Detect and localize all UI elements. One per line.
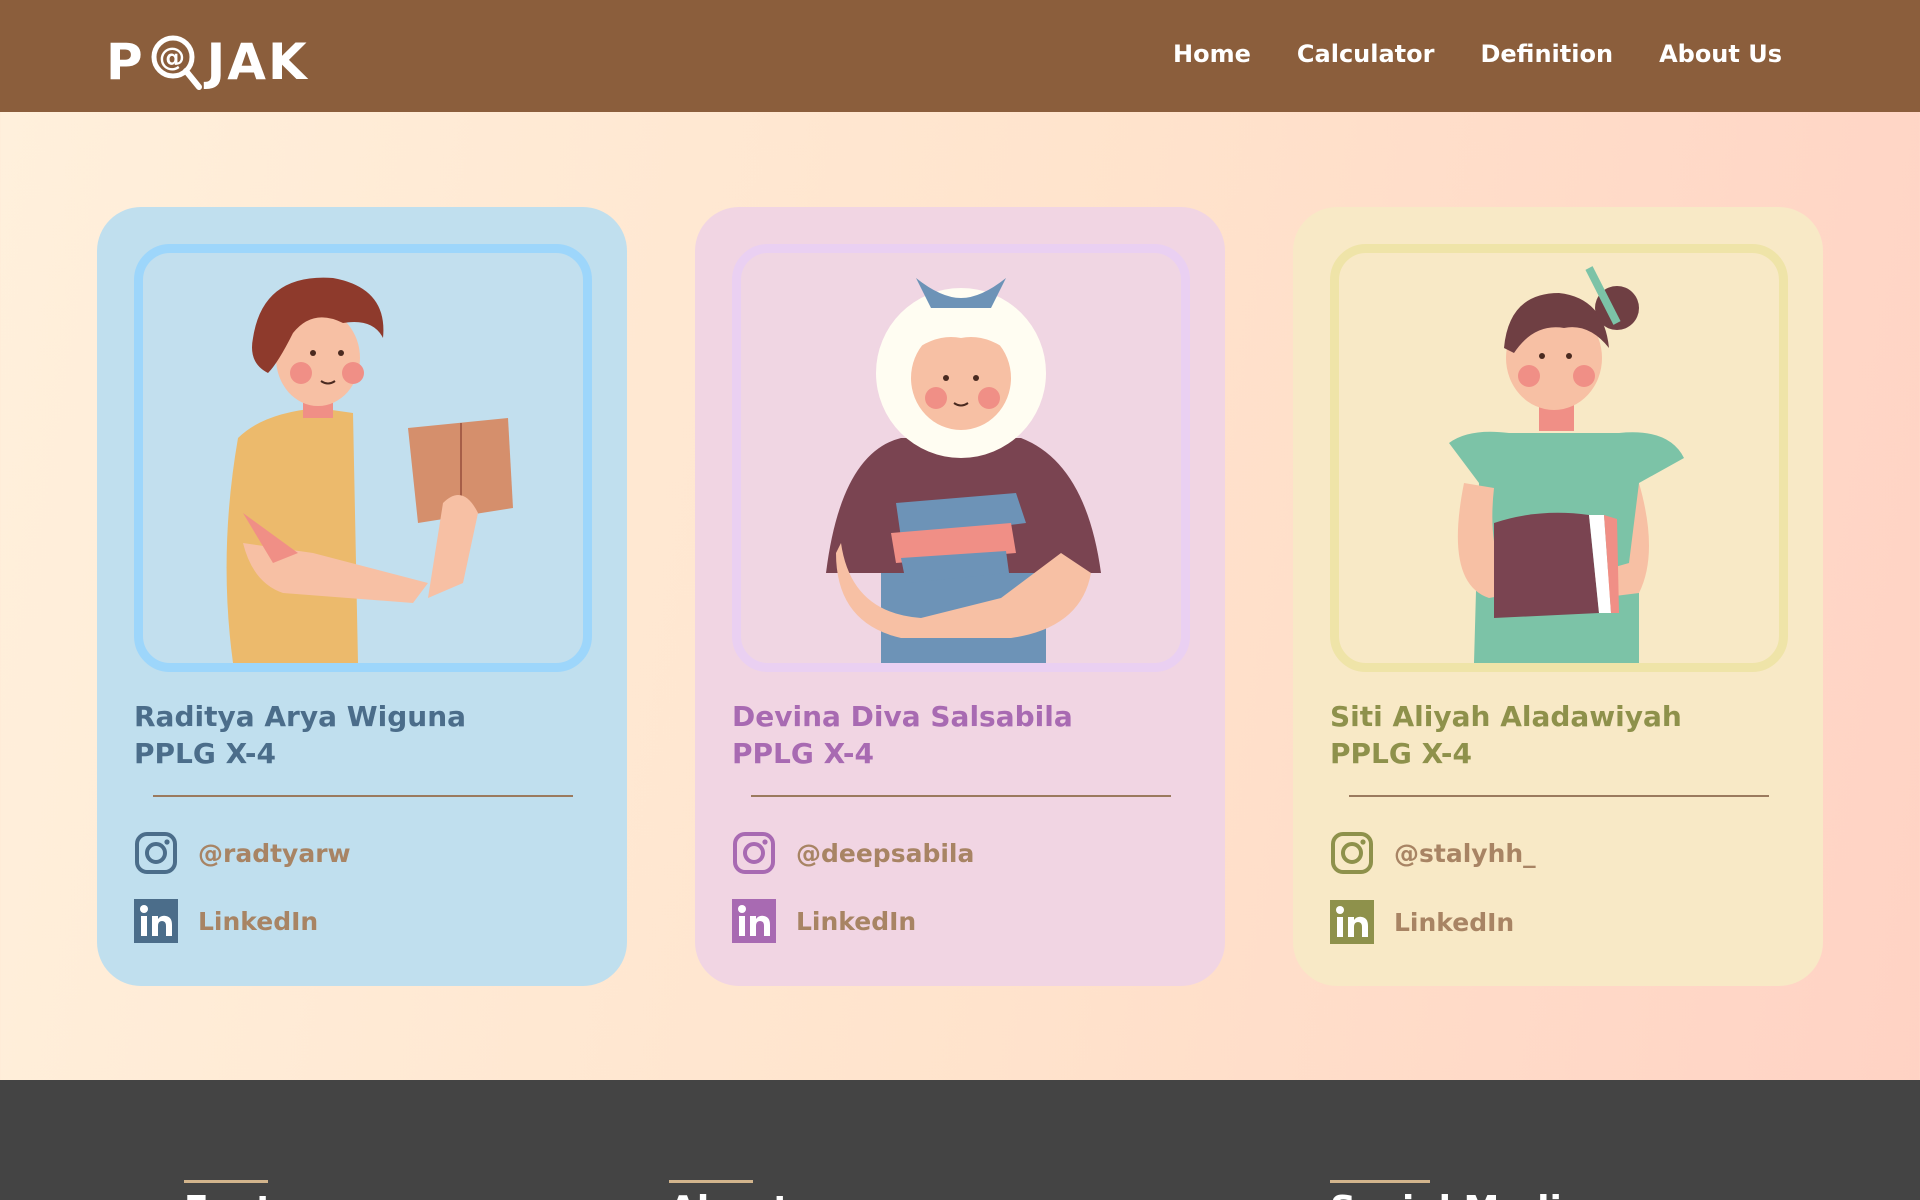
footer-heading: Featu bbox=[184, 1189, 299, 1200]
linkedin-label: LinkedIn bbox=[796, 906, 917, 936]
nav-calculator[interactable]: Calculator bbox=[1297, 40, 1435, 68]
divider bbox=[1349, 795, 1769, 797]
girl-with-books-illustration bbox=[826, 278, 1101, 663]
logo-letter-p: P bbox=[106, 33, 145, 91]
footer-column-about: About bbox=[669, 1180, 790, 1200]
svg-text:@: @ bbox=[159, 43, 187, 73]
nav-about-us[interactable]: About Us bbox=[1659, 40, 1782, 68]
instagram-icon bbox=[1331, 832, 1373, 874]
linkedin-icon bbox=[732, 899, 776, 943]
member-class: PPLG X-4 bbox=[134, 737, 277, 770]
instagram-handle: @deepsabila bbox=[796, 838, 975, 868]
magnifier-icon: @ bbox=[151, 35, 202, 90]
member-name: Devina Diva Salsabila bbox=[732, 700, 1073, 733]
footer-heading: Social Media bbox=[1330, 1189, 1586, 1200]
footer-heading: About bbox=[669, 1189, 790, 1200]
instagram-link[interactable]: @stalyhh_ bbox=[1330, 831, 1536, 875]
member-name: Siti Aliyah Aladawiyah bbox=[1330, 700, 1682, 733]
instagram-icon bbox=[733, 832, 775, 874]
team-card-devina: Devina Diva Salsabila PPLG X-4 @deepsabi… bbox=[695, 207, 1225, 986]
linkedin-link[interactable]: LinkedIn bbox=[134, 899, 318, 943]
linkedin-link[interactable]: LinkedIn bbox=[1330, 900, 1514, 944]
nav-definition[interactable]: Definition bbox=[1480, 40, 1613, 68]
footer-accent-line bbox=[1330, 1180, 1430, 1183]
member-name: Raditya Arya Wiguna bbox=[134, 700, 467, 733]
footer-accent-line bbox=[184, 1180, 268, 1183]
instagram-link[interactable]: @radtyarw bbox=[134, 831, 351, 875]
linkedin-icon bbox=[1330, 900, 1374, 944]
nav-home[interactable]: Home bbox=[1173, 40, 1251, 68]
main-nav: Home Calculator Definition About Us bbox=[1173, 40, 1782, 68]
member-illustration bbox=[1330, 244, 1788, 672]
boy-reading-illustration bbox=[226, 277, 513, 663]
linkedin-label: LinkedIn bbox=[1394, 907, 1515, 937]
linkedin-link[interactable]: LinkedIn bbox=[732, 899, 916, 943]
member-illustration bbox=[732, 244, 1190, 672]
linkedin-icon bbox=[134, 899, 178, 943]
instagram-handle: @radtyarw bbox=[198, 838, 351, 868]
member-illustration bbox=[134, 244, 592, 672]
logo-letters-jak: JAK bbox=[206, 33, 309, 91]
member-class: PPLG X-4 bbox=[1330, 737, 1473, 770]
footer: Featu About Social Media bbox=[0, 1080, 1920, 1200]
girl-holding-book-illustration bbox=[1449, 266, 1684, 663]
instagram-link[interactable]: @deepsabila bbox=[732, 831, 974, 875]
divider bbox=[153, 795, 573, 797]
team-card-raditya: Raditya Arya Wiguna PPLG X-4 @radtyarw L… bbox=[97, 207, 627, 986]
footer-accent-line bbox=[669, 1180, 753, 1183]
team-card-siti: Siti Aliyah Aladawiyah PPLG X-4 @stalyhh… bbox=[1293, 207, 1823, 986]
divider bbox=[751, 795, 1171, 797]
navbar: P @ JAK Home Calculator Definition About… bbox=[0, 0, 1920, 112]
instagram-handle: @stalyhh_ bbox=[1394, 838, 1536, 868]
site-logo[interactable]: P @ JAK bbox=[106, 30, 309, 94]
member-class: PPLG X-4 bbox=[732, 737, 875, 770]
footer-column-features: Featu bbox=[184, 1180, 299, 1200]
footer-column-social-media: Social Media bbox=[1330, 1180, 1586, 1200]
linkedin-label: LinkedIn bbox=[198, 906, 319, 936]
instagram-icon bbox=[135, 832, 177, 874]
